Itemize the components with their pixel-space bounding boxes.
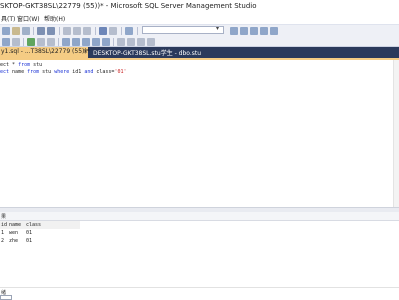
code-line-2: ect name from stu where id1 and class='0… <box>0 69 127 75</box>
column-header-name: name <box>9 222 22 228</box>
navigate-icon[interactable] <box>125 27 133 35</box>
code-line-1: ect * from stu <box>0 62 43 68</box>
title-bar: SKTOP-GKT38SL\22779 (55))* - Microsoft S… <box>0 0 399 13</box>
increase-indent-icon[interactable] <box>147 38 155 46</box>
connect-icon[interactable] <box>2 38 10 46</box>
menu-window[interactable]: 窗口(W) <box>17 14 40 23</box>
tab-query-file-label: y1.sql - ...T38SL\22779 (55))* <box>1 48 90 55</box>
disconnect-icon[interactable] <box>12 38 20 46</box>
properties-icon[interactable] <box>240 27 248 35</box>
paste-icon[interactable] <box>83 27 91 35</box>
cut-icon[interactable] <box>63 27 71 35</box>
chevron-down-icon[interactable]: ▾ <box>216 25 219 32</box>
toolbar-separator <box>137 27 138 35</box>
window-title: SKTOP-GKT38SL\22779 (55))* - Microsoft S… <box>0 2 257 10</box>
tab-table-design-label: DESKTOP-GKT38SL.stu学生 - dbo.stu <box>93 50 202 57</box>
toolbar-separator <box>59 27 60 35</box>
status-bar <box>0 287 399 300</box>
save-all-icon[interactable] <box>47 27 55 35</box>
menu-tools[interactable]: 具(T) <box>1 14 15 23</box>
menu-help[interactable]: 帮助(H) <box>44 14 65 23</box>
save-icon[interactable] <box>37 27 45 35</box>
database-dropdown[interactable] <box>142 26 224 34</box>
decrease-indent-icon[interactable] <box>137 38 145 46</box>
execute-icon[interactable] <box>27 38 35 46</box>
status-indicator <box>0 295 12 300</box>
toolbar-separator <box>121 27 122 35</box>
toolbar-separator <box>58 38 59 46</box>
column-header-id: id <box>1 222 8 228</box>
tab-close-icon[interactable]: × <box>83 48 88 55</box>
uncomment-icon[interactable] <box>127 38 135 46</box>
undo-icon[interactable] <box>99 27 107 35</box>
row-1-id: 1 <box>1 230 5 236</box>
toolbar-separator <box>95 27 96 35</box>
results-to-grid-icon[interactable] <box>92 38 100 46</box>
comment-icon[interactable] <box>117 38 125 46</box>
tab-results[interactable]: 果 <box>1 213 6 220</box>
toolbox-icon[interactable] <box>250 27 258 35</box>
display-plan-icon[interactable] <box>62 38 70 46</box>
copy-icon[interactable] <box>73 27 81 35</box>
column-header-class: class <box>26 222 42 228</box>
row-1-name: wen <box>9 230 19 236</box>
sql-editor[interactable] <box>0 60 399 207</box>
toolbar-separator <box>33 27 34 35</box>
object-explorer-icon[interactable] <box>2 27 10 35</box>
cancel-query-icon[interactable] <box>37 38 45 46</box>
open-file-icon[interactable] <box>22 27 30 35</box>
results-grid[interactable] <box>0 221 399 287</box>
results-tab-strip <box>0 212 399 221</box>
redo-icon[interactable] <box>109 27 117 35</box>
row-2-id: 2 <box>1 238 5 244</box>
new-query-icon[interactable] <box>12 27 20 35</box>
solution-icon[interactable] <box>260 27 268 35</box>
template-icon[interactable] <box>270 27 278 35</box>
search-icon[interactable] <box>230 27 238 35</box>
menu-bar: 具(T) 窗口(W) 帮助(H) <box>0 13 399 24</box>
results-to-text-icon[interactable] <box>82 38 90 46</box>
query-options-icon[interactable] <box>72 38 80 46</box>
sql-editor-toolbar <box>0 36 399 47</box>
toolbar-separator <box>113 38 114 46</box>
row-2-class: 01 <box>26 238 33 244</box>
results-to-file-icon[interactable] <box>102 38 110 46</box>
parse-icon[interactable] <box>47 38 55 46</box>
row-1-class: 01 <box>26 230 33 236</box>
editor-scrollbar[interactable] <box>393 60 399 207</box>
toolbar-separator <box>23 38 24 46</box>
row-2-name: zhe <box>9 238 19 244</box>
